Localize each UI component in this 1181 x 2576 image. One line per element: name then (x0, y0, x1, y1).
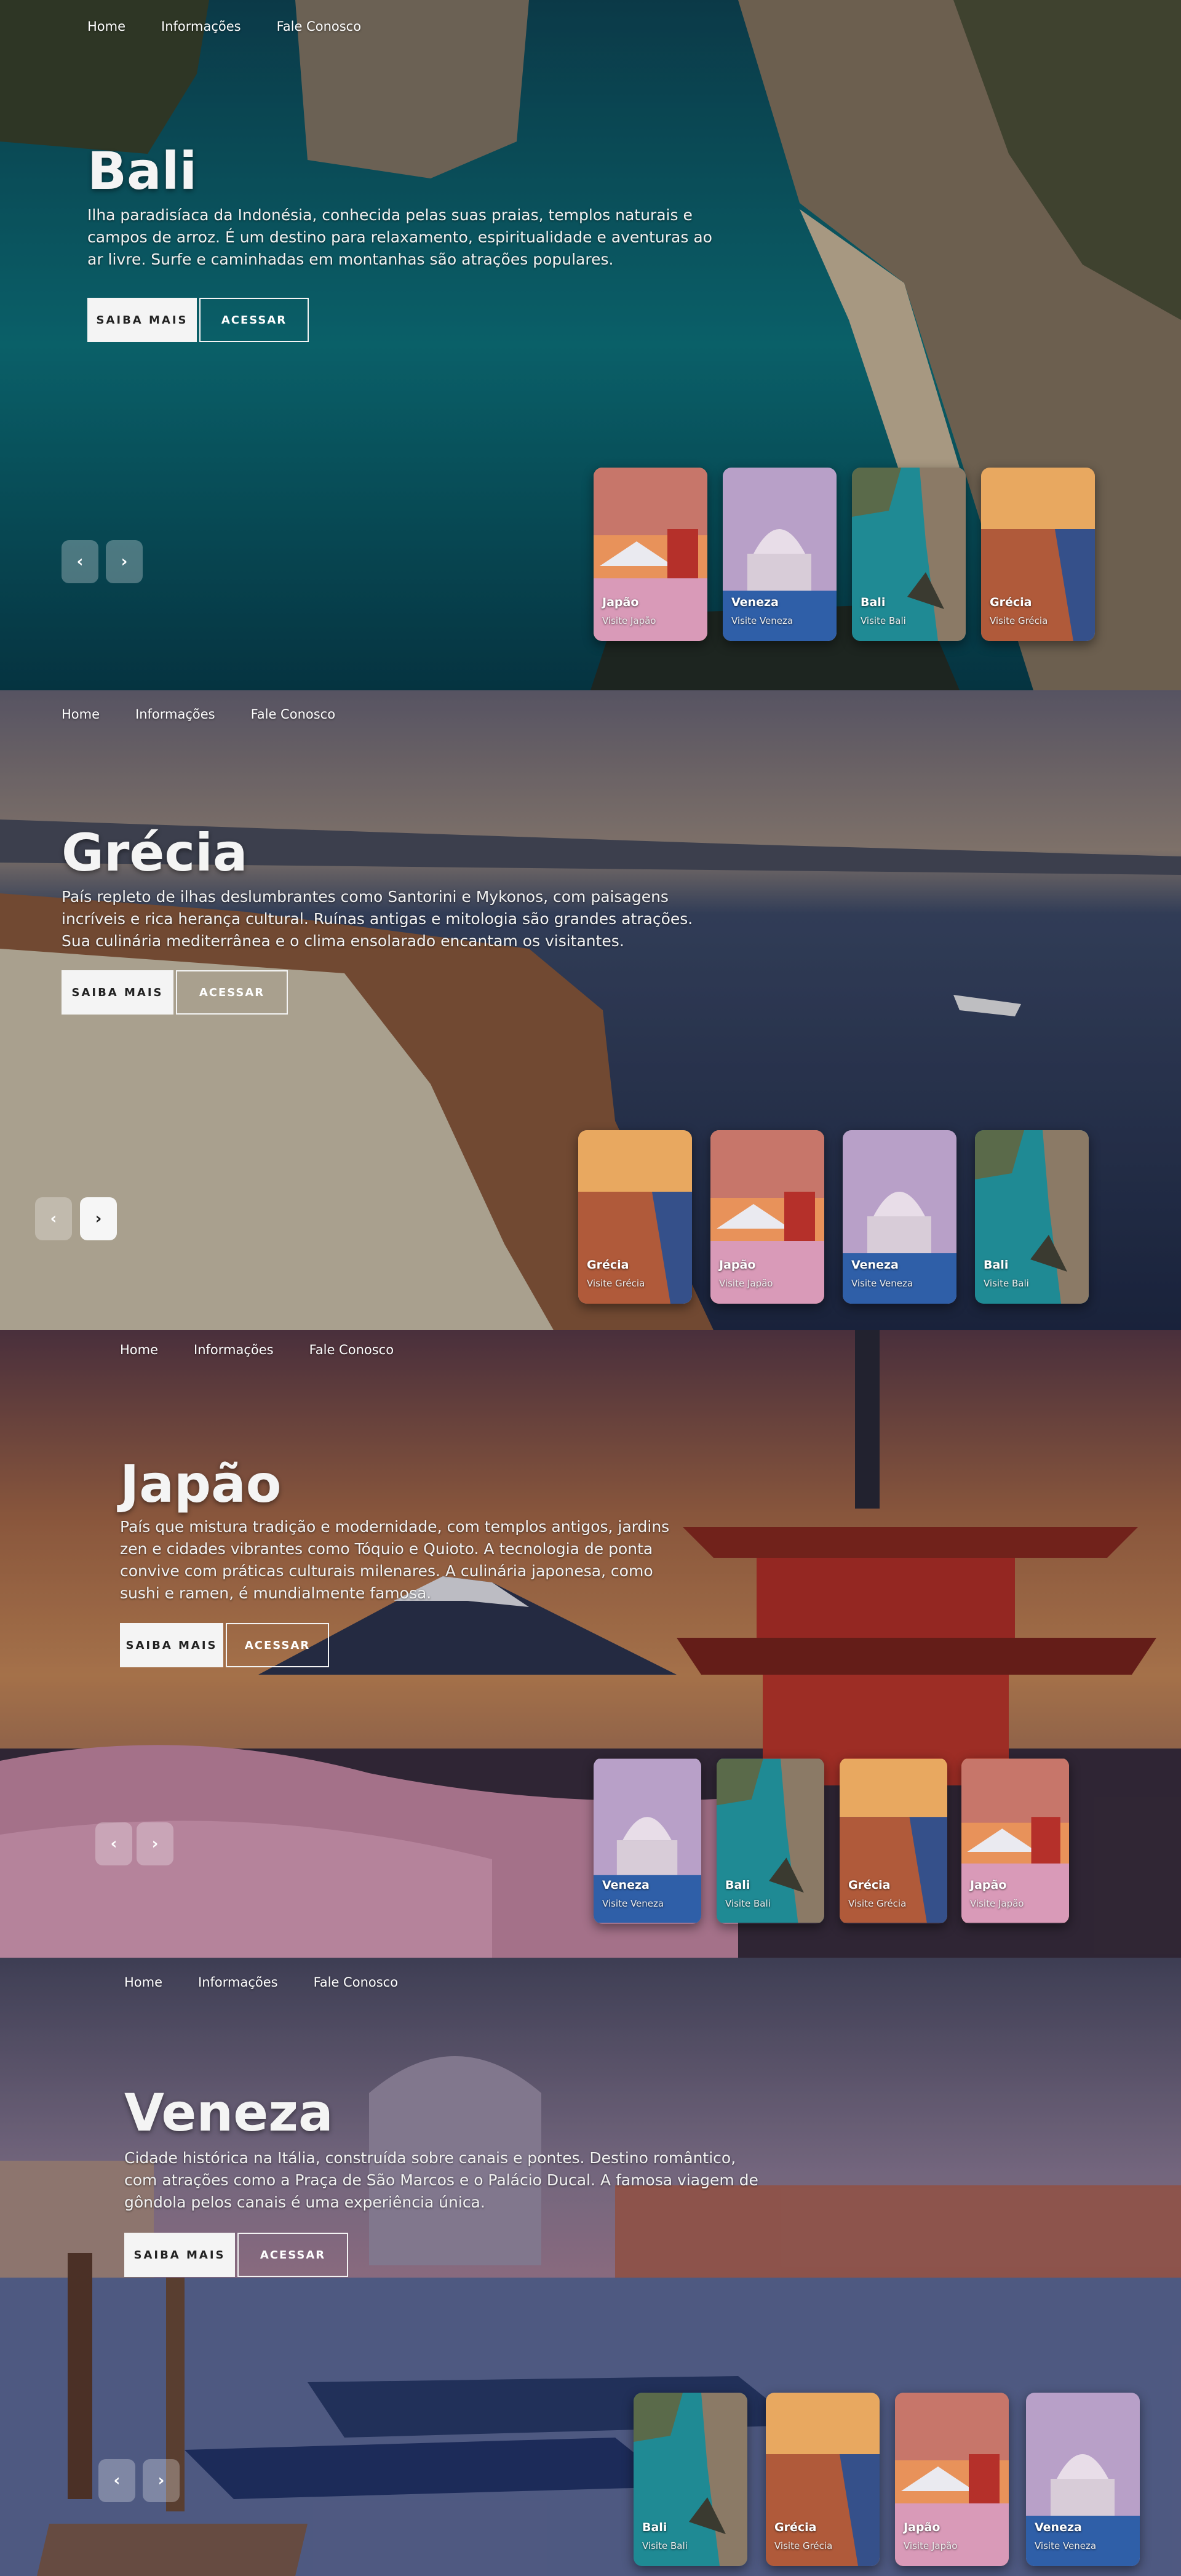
next-arrow-button[interactable]: › (137, 1822, 173, 1865)
nav-home-link[interactable]: Home (62, 707, 100, 722)
slide-description: País repleto de ilhas deslumbrantes como… (62, 888, 693, 950)
nav-contact-link[interactable]: Fale Conosco (309, 1342, 394, 1357)
top-nav: Home Informações Fale Conosco (87, 19, 361, 34)
destination-card-veneza[interactable]: Veneza Visite Veneza (723, 468, 837, 641)
destination-card-japao[interactable]: Japão Visite Japão (710, 1130, 824, 1304)
card-title: Japão (904, 2521, 940, 2534)
top-nav: Home Informações Fale Conosco (62, 707, 335, 722)
card-title: Veneza (851, 1258, 899, 1272)
nav-info-link[interactable]: Informações (198, 1975, 278, 1990)
acessar-button[interactable]: ACESSAR (226, 1623, 329, 1667)
acessar-button[interactable]: ACESSAR (199, 298, 309, 342)
card-subtitle: Visite Japão (719, 1278, 773, 1289)
destination-card-grecia[interactable]: Grécia Visite Grécia (578, 1130, 692, 1304)
destination-card-bali[interactable]: Bali Visite Bali (634, 2393, 747, 2566)
slide-description: Ilha paradisíaca da Indonésia, conhecida… (87, 206, 712, 268)
card-subtitle: Visite Grécia (848, 1898, 907, 1909)
card-title: Bali (861, 596, 886, 609)
destination-card-japao[interactable]: Japão Visite Japão (961, 1758, 1069, 1924)
prev-arrow-button[interactable]: ‹ (95, 1822, 132, 1865)
destination-card-bali[interactable]: Bali Visite Bali (852, 468, 966, 641)
card-subtitle: Visite Bali (642, 2540, 688, 2551)
card-title: Veneza (1035, 2521, 1082, 2534)
card-title: Grécia (990, 596, 1032, 609)
destination-card-japao[interactable]: Japão Visite Japão (895, 2393, 1009, 2566)
top-nav: Home Informações Fale Conosco (120, 1342, 394, 1357)
destination-card-veneza[interactable]: Veneza Visite Veneza (1026, 2393, 1140, 2566)
slide-japao: Home Informações Fale Conosco Japão País… (0, 1330, 1181, 1958)
card-subtitle: Visite Japão (602, 615, 656, 626)
next-arrow-button[interactable]: › (143, 2459, 180, 2502)
nav-info-link[interactable]: Informações (194, 1342, 274, 1357)
card-subtitle: Visite Japão (904, 2540, 958, 2551)
card-subtitle: Visite Veneza (731, 615, 793, 626)
nav-contact-link[interactable]: Fale Conosco (314, 1975, 398, 1990)
card-subtitle: Visite Grécia (774, 2540, 833, 2551)
card-title: Grécia (587, 1258, 629, 1272)
slide-title: Veneza (124, 2083, 333, 2143)
card-title: Japão (719, 1258, 756, 1272)
card-title: Bali (642, 2521, 667, 2534)
card-title: Japão (602, 596, 639, 609)
saiba-mais-button[interactable]: SAIBA MAIS (120, 1623, 223, 1667)
card-subtitle: Visite Grécia (990, 615, 1048, 626)
card-subtitle: Visite Grécia (587, 1278, 645, 1289)
next-arrow-button[interactable]: › (80, 1197, 117, 1240)
slide-description: País que mistura tradição e modernidade,… (120, 1518, 670, 1602)
nav-home-link[interactable]: Home (120, 1342, 158, 1357)
slide-grecia: Home Informações Fale Conosco Grécia Paí… (0, 690, 1181, 1330)
destination-card-bali[interactable]: Bali Visite Bali (975, 1130, 1089, 1304)
destination-card-japao[interactable]: Japão Visite Japão (594, 468, 707, 641)
nav-home-link[interactable]: Home (124, 1975, 162, 1990)
card-subtitle: Visite Veneza (602, 1898, 664, 1909)
nav-info-link[interactable]: Informações (135, 707, 215, 722)
card-title: Veneza (731, 596, 779, 609)
saiba-mais-button[interactable]: SAIBA MAIS (124, 2233, 235, 2277)
slide-title: Grécia (62, 823, 248, 883)
card-subtitle: Visite Veneza (1035, 2540, 1097, 2551)
card-title: Japão (970, 1878, 1007, 1892)
card-subtitle: Visite Bali (725, 1898, 771, 1909)
slide-description: Cidade histórica na Itália, construída s… (124, 2149, 758, 2211)
prev-arrow-button[interactable]: ‹ (98, 2459, 135, 2502)
slide-bali: Home Informações Fale Conosco Bali Ilha … (0, 0, 1181, 690)
card-subtitle: Visite Japão (970, 1898, 1024, 1909)
card-subtitle: Visite Bali (861, 615, 906, 626)
card-title: Veneza (602, 1878, 650, 1892)
card-subtitle: Visite Veneza (851, 1278, 913, 1289)
card-title: Bali (984, 1258, 1009, 1272)
slide-title: Bali (87, 141, 197, 201)
nav-contact-link[interactable]: Fale Conosco (277, 19, 361, 34)
destination-card-veneza[interactable]: Veneza Visite Veneza (594, 1758, 701, 1924)
card-title: Grécia (774, 2521, 817, 2534)
destination-card-grecia[interactable]: Grécia Visite Grécia (981, 468, 1095, 641)
card-title: Grécia (848, 1878, 891, 1892)
destination-card-bali[interactable]: Bali Visite Bali (717, 1758, 824, 1924)
saiba-mais-button[interactable]: SAIBA MAIS (87, 298, 197, 342)
destination-card-grecia[interactable]: Grécia Visite Grécia (766, 2393, 880, 2566)
slide-veneza: Home Informações Fale Conosco Veneza Cid… (0, 1958, 1181, 2576)
card-subtitle: Visite Bali (984, 1278, 1029, 1289)
nav-contact-link[interactable]: Fale Conosco (251, 707, 335, 722)
slide-title: Japão (120, 1454, 282, 1514)
card-title: Bali (725, 1878, 750, 1892)
nav-home-link[interactable]: Home (87, 19, 125, 34)
acessar-button[interactable]: ACESSAR (237, 2233, 348, 2277)
destination-card-grecia[interactable]: Grécia Visite Grécia (840, 1758, 947, 1924)
next-arrow-button[interactable]: › (106, 540, 143, 583)
destination-card-veneza[interactable]: Veneza Visite Veneza (843, 1130, 956, 1304)
prev-arrow-button[interactable]: ‹ (35, 1197, 72, 1240)
top-nav: Home Informações Fale Conosco (124, 1975, 398, 1990)
saiba-mais-button[interactable]: SAIBA MAIS (62, 970, 173, 1015)
acessar-button[interactable]: ACESSAR (176, 970, 288, 1015)
prev-arrow-button[interactable]: ‹ (62, 540, 98, 583)
nav-info-link[interactable]: Informações (161, 19, 241, 34)
